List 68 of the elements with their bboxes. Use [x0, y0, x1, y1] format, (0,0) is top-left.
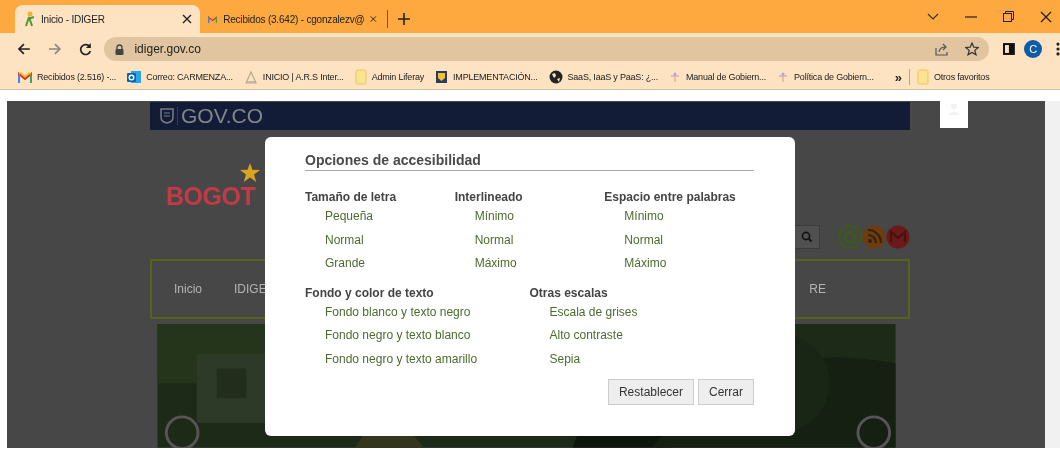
option-link[interactable]: Sepia — [529, 347, 754, 371]
mail-icon — [18, 71, 32, 83]
nav-link[interactable]: Inicio — [174, 282, 202, 297]
group-heading: Tamaño de letra — [305, 189, 398, 205]
bookmark[interactable]: Otros favoritos — [916, 69, 990, 85]
option-link[interactable]: Grande — [305, 252, 455, 276]
group-heading: Interlineado — [454, 189, 524, 205]
back-icon[interactable] — [17, 43, 31, 55]
bookmark[interactable]: Política de Gobiern... — [777, 70, 874, 84]
reload-icon[interactable] — [78, 42, 92, 56]
scrollbar[interactable] — [1045, 101, 1060, 448]
close-icon[interactable] — [182, 14, 192, 24]
group-heading: Espacio entre palabras — [604, 189, 737, 205]
folder-icon — [354, 69, 367, 85]
dialog-title: Opciones de accesibilidad — [305, 151, 754, 171]
search-icon[interactable] — [794, 225, 820, 250]
bookmark[interactable]: Correo: CARMENZA... — [127, 70, 233, 84]
minimize-icon[interactable] — [965, 15, 977, 18]
folder-icon — [916, 69, 929, 85]
option-link[interactable]: Normal — [604, 228, 754, 252]
star-icon[interactable] — [965, 42, 980, 56]
restore-icon[interactable] — [1003, 11, 1014, 22]
option-link[interactable]: Mínimo — [604, 205, 754, 229]
share-icon[interactable] — [935, 42, 950, 56]
bookmark[interactable]: SaaS, IaaS y PaaS: ¿... — [548, 70, 658, 84]
mail-icon — [208, 13, 218, 25]
nav-link[interactable]: RE — [809, 282, 826, 297]
bookmark[interactable]: Admin Liferay — [354, 69, 425, 85]
bookmark[interactable]: INICIO | A.R.S Inter... — [243, 70, 344, 84]
group-heading: Otras escalas — [529, 284, 609, 301]
bookmark[interactable]: Recibidos (2.516) -... — [18, 71, 117, 83]
url-text: idiger.gov.co — [134, 42, 201, 56]
address-bar[interactable]: idiger.gov.co — [104, 37, 990, 61]
side-panel-icon[interactable] — [1003, 43, 1016, 55]
group-heading: Fondo y color de texto — [305, 284, 435, 301]
person-icon — [23, 11, 35, 27]
globe-icon — [548, 70, 563, 84]
calendar-icon — [127, 70, 142, 84]
shield-icon — [435, 70, 449, 84]
profile-avatar[interactable]: C — [1024, 40, 1043, 58]
browser-tab[interactable]: Inicio - IDIGER — [15, 5, 200, 33]
option-link[interactable]: Mínimo — [454, 205, 605, 229]
option-link[interactable]: Escala de grises — [529, 300, 754, 324]
browser-tab[interactable]: Recibidos (3.642) - cgonzalezv@ — [200, 5, 385, 33]
star-icon — [240, 163, 260, 183]
plus-icon[interactable] — [398, 13, 410, 25]
gov-logo-text[interactable]: GOV.CO — [181, 103, 264, 128]
more-bookmarks[interactable]: » — [894, 69, 902, 85]
shield-icon — [160, 107, 174, 124]
option-link[interactable]: Alto contraste — [529, 324, 754, 348]
option-link[interactable]: Pequeña — [305, 205, 455, 229]
close-icon[interactable] — [1040, 10, 1052, 23]
dialog-button[interactable]: Restablecer — [607, 379, 694, 405]
chevron-down-icon[interactable] — [927, 12, 939, 21]
menu-icon[interactable] — [1056, 42, 1060, 56]
option-link[interactable]: Fondo negro y texto blanco — [305, 324, 530, 348]
bookmark[interactable]: IMPLEMENTACIÓN... — [435, 70, 538, 84]
bookmark[interactable]: Manual de Gobiern... — [668, 70, 767, 84]
option-link[interactable]: Fondo blanco y texto negro — [305, 300, 530, 324]
lock-icon — [115, 43, 125, 55]
option-link[interactable]: Máximo — [454, 252, 605, 276]
option-link[interactable]: Normal — [454, 228, 605, 252]
nav-link[interactable]: IDIGE — [234, 282, 267, 297]
option-link[interactable]: Normal — [305, 228, 455, 252]
option-link[interactable]: Fondo negro y texto amarillo — [305, 347, 530, 371]
option-link[interactable]: Máximo — [604, 252, 754, 276]
dialog-button[interactable]: Cerrar — [698, 379, 754, 405]
forward-icon — [47, 43, 62, 55]
